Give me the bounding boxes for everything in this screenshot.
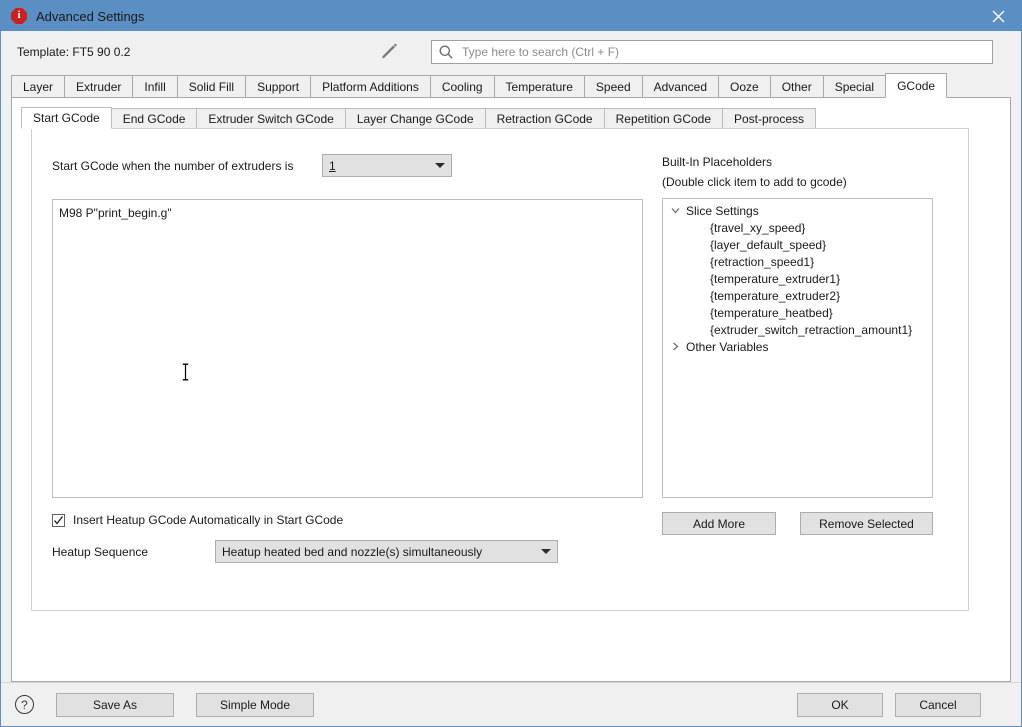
tab-label: Temperature: [505, 79, 573, 94]
tab-support[interactable]: Support: [245, 75, 312, 98]
tree-leaf[interactable]: {retraction_speed1}: [663, 253, 932, 270]
simple-mode-button[interactable]: Simple Mode: [196, 692, 314, 717]
heatup-sequence-row: Heatup Sequence Heatup heated bed and no…: [52, 540, 558, 563]
checkmark-icon: [54, 515, 64, 525]
subtab-start-gcode[interactable]: Start GCode: [21, 107, 112, 129]
tab-label: GCode: [897, 78, 936, 93]
chevron-down-icon[interactable]: [669, 206, 682, 215]
remove-selected-button[interactable]: Remove Selected: [800, 512, 933, 535]
insert-heatup-checkbox-row[interactable]: Insert Heatup GCode Automatically in Sta…: [52, 513, 343, 527]
tab-label: Support: [257, 79, 300, 94]
tab-label: Speed: [595, 79, 631, 94]
tab-speed[interactable]: Speed: [583, 75, 643, 98]
tab-infill[interactable]: Infill: [132, 75, 178, 98]
window-title: Advanced Settings: [36, 8, 145, 24]
insert-heatup-label: Insert Heatup GCode Automatically in Sta…: [73, 513, 344, 527]
extruder-count-label: Start GCode when the number of extruders…: [52, 158, 294, 173]
heatup-sequence-dropdown[interactable]: Heatup heated bed and nozzle(s) simultan…: [215, 540, 558, 563]
tab-label: Solid Fill: [188, 79, 235, 94]
tab-label: Cooling: [441, 79, 483, 94]
tree-leaf[interactable]: {layer_default_speed}: [663, 236, 932, 253]
extruder-count-row: Start GCode when the number of extruders…: [52, 154, 452, 177]
subtab-label: Start GCode: [33, 111, 100, 125]
tab-extruder[interactable]: Extruder: [64, 75, 134, 98]
tree-leaf[interactable]: {temperature_extruder2}: [663, 287, 932, 304]
tab-label: Advanced: [653, 79, 707, 94]
subtab-label: Repetition GCode: [615, 111, 711, 126]
sub-tab-bar: Start GCode End GCode Extruder Switch GC…: [12, 107, 1010, 129]
tab-platform-additions[interactable]: Platform Additions: [310, 75, 431, 98]
subtab-label: Retraction GCode: [496, 111, 593, 126]
search-input[interactable]: [460, 42, 992, 62]
subtab-post-process[interactable]: Post-process: [722, 108, 817, 129]
question-mark-icon[interactable]: ?: [15, 695, 34, 714]
placeholders-subtitle: (Double click item to add to gcode): [662, 175, 847, 189]
tab-gcode[interactable]: GCode: [885, 73, 948, 98]
tree-leaf[interactable]: {extruder_switch_retraction_amount1}: [663, 321, 932, 338]
tree-node-other-variables[interactable]: Other Variables: [663, 338, 932, 355]
tab-advanced[interactable]: Advanced: [641, 75, 719, 98]
tab-special[interactable]: Special: [822, 75, 887, 98]
tree-leaf[interactable]: {temperature_heatbed}: [663, 304, 932, 321]
subtab-extruder-switch-gcode[interactable]: Extruder Switch GCode: [196, 108, 346, 129]
tab-layer[interactable]: Layer: [11, 75, 66, 98]
tree-node-label: Other Variables: [686, 339, 769, 354]
search-box[interactable]: [431, 40, 993, 64]
tab-label: Layer: [23, 79, 54, 94]
pencil-icon[interactable]: [379, 42, 399, 62]
subtab-label: Layer Change GCode: [356, 111, 474, 126]
tree-node-slice-settings[interactable]: Slice Settings: [663, 202, 932, 219]
main-tab-bar: Layer Extruder Infill Solid Fill Support…: [1, 73, 1021, 98]
ok-button[interactable]: OK: [797, 692, 883, 717]
tab-temperature[interactable]: Temperature: [493, 75, 585, 98]
subtab-label: Post-process: [734, 111, 805, 126]
start-gcode-panel: Start GCode when the number of extruders…: [31, 128, 969, 611]
tab-solid-fill[interactable]: Solid Fill: [176, 75, 247, 98]
footer-bar: ? Save As Simple Mode OK Cancel: [1, 682, 1021, 726]
start-gcode-textarea[interactable]: [52, 199, 643, 498]
subtab-retraction-gcode[interactable]: Retraction GCode: [484, 108, 605, 129]
tab-label: Platform Additions: [322, 79, 419, 94]
subtab-repetition-gcode[interactable]: Repetition GCode: [603, 108, 723, 129]
tree-node-label: Slice Settings: [686, 203, 759, 218]
close-icon[interactable]: [975, 1, 1021, 31]
subtab-label: End GCode: [122, 111, 186, 126]
cancel-button[interactable]: Cancel: [895, 692, 981, 717]
subtab-end-gcode[interactable]: End GCode: [110, 108, 198, 129]
extruder-count-value: 1: [329, 158, 336, 173]
info-icon: i: [11, 8, 27, 24]
tab-cooling[interactable]: Cooling: [429, 75, 495, 98]
help-glyph: ?: [21, 697, 28, 712]
tree-leaf[interactable]: {travel_xy_speed}: [663, 219, 932, 236]
subtab-layer-change-gcode[interactable]: Layer Change GCode: [344, 108, 486, 129]
gcode-tab-panel: Start GCode End GCode Extruder Switch GC…: [11, 98, 1011, 682]
chevron-down-icon: [435, 163, 445, 168]
tree-leaf[interactable]: {temperature_extruder1}: [663, 270, 932, 287]
template-bar: Template: FT5 90 0.2: [1, 31, 1021, 73]
heatup-sequence-value: Heatup heated bed and nozzle(s) simultan…: [222, 544, 483, 559]
tab-label: Special: [834, 79, 875, 94]
save-as-button[interactable]: Save As: [56, 692, 174, 717]
template-label: Template: FT5 90 0.2: [17, 45, 131, 59]
extruder-count-dropdown[interactable]: 1: [322, 154, 452, 177]
tab-label: Infill: [144, 79, 166, 94]
placeholders-title: Built-In Placeholders: [662, 155, 773, 169]
subtab-label: Extruder Switch GCode: [208, 111, 334, 126]
tab-label: Extruder: [76, 79, 122, 94]
tab-label: Ooze: [730, 79, 759, 94]
tab-ooze[interactable]: Ooze: [718, 75, 771, 98]
tab-label: Other: [781, 79, 812, 94]
add-more-button[interactable]: Add More: [662, 512, 776, 535]
chevron-right-icon[interactable]: [669, 342, 682, 351]
advanced-settings-window: i Advanced Settings Template: FT5 90 0.2: [0, 0, 1022, 727]
placeholders-tree[interactable]: Slice Settings {travel_xy_speed} {layer_…: [662, 198, 933, 498]
chevron-down-icon: [541, 549, 551, 554]
insert-heatup-checkbox[interactable]: [52, 513, 65, 527]
tab-other[interactable]: Other: [769, 75, 824, 98]
search-icon: [438, 44, 454, 60]
heatup-sequence-label: Heatup Sequence: [52, 544, 149, 559]
title-bar: i Advanced Settings: [1, 1, 1021, 31]
